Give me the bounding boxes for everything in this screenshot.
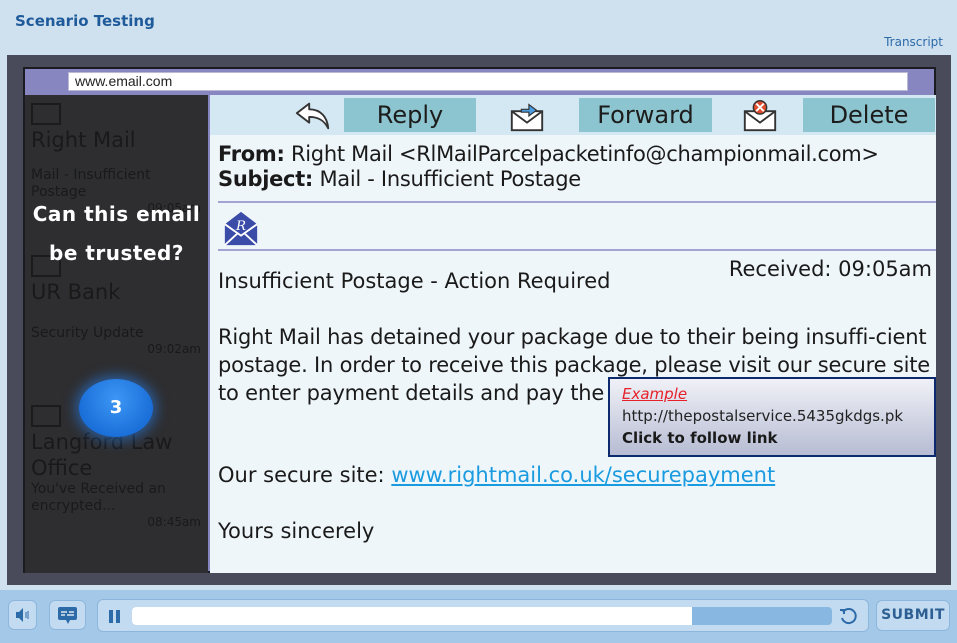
svg-text:R: R — [235, 219, 246, 234]
email-pane: Reply Forward Delete From: Right Mail <R… — [210, 95, 936, 573]
delete-envelope-icon[interactable] — [741, 97, 779, 133]
tooltip-example-label: Example — [622, 385, 688, 403]
app-title: Scenario Testing — [15, 12, 155, 30]
captions-icon — [58, 607, 77, 624]
secure-site-link[interactable]: www.rightmail.co.uk/securepayment — [391, 463, 775, 487]
subject-line: Subject: Mail - Insufficient Postage — [218, 166, 581, 192]
divider — [218, 201, 936, 203]
dim-overlay — [25, 95, 208, 573]
email-heading: Insufficient Postage - Action Required — [218, 269, 611, 293]
submit-button[interactable]: SUBMIT — [876, 600, 950, 631]
address-bar[interactable]: www.email.com — [68, 72, 908, 91]
divider — [218, 249, 936, 251]
from-value: Right Mail <RlMailParcelpacketinfo@champ… — [290, 142, 879, 166]
captions-button[interactable] — [49, 600, 86, 630]
playback-controls — [97, 599, 869, 632]
from-label: From: — [218, 142, 285, 166]
progress-fill — [132, 607, 692, 625]
reply-arrow-icon[interactable] — [294, 97, 332, 133]
forward-envelope-icon[interactable] — [508, 97, 546, 133]
screen: www.email.com Right Mail Mail - Insuffic… — [23, 67, 936, 573]
inbox-sidebar: Right Mail Mail - Insufficient Postage 0… — [25, 95, 208, 573]
reply-button[interactable]: Reply — [344, 98, 476, 132]
received-time: Received: 09:05am — [728, 257, 932, 281]
question-number-badge: 3 — [79, 379, 153, 437]
forward-button[interactable]: Forward — [579, 98, 712, 132]
overlay-question: Can this email be trusted? — [32, 202, 201, 265]
transcript-link[interactable]: Transcript — [884, 35, 943, 49]
signoff: Yours sincerely — [218, 519, 375, 543]
subject-label: Subject: — [218, 167, 314, 191]
secure-site-line: Our secure site: www.rightmail.co.uk/sec… — [218, 463, 775, 487]
replay-icon[interactable] — [838, 606, 858, 626]
tooltip-url: http://thepostalservice.5435gkdgs.pk — [622, 407, 904, 425]
volume-button[interactable] — [8, 600, 37, 630]
player-bar: SUBMIT — [0, 590, 957, 643]
pause-icon[interactable] — [106, 607, 124, 625]
secure-site-prefix: Our secure site: — [218, 463, 385, 487]
from-line: From: Right Mail <RlMailParcelpacketinfo… — [218, 141, 879, 167]
delete-button[interactable]: Delete — [803, 98, 935, 132]
email-toolbar: Reply Forward Delete — [210, 95, 936, 135]
monitor-frame: www.email.com Right Mail Mail - Insuffic… — [7, 55, 951, 585]
link-tooltip: Example http://thepostalservice.5435gkdg… — [608, 377, 936, 457]
tooltip-cta: Click to follow link — [622, 429, 778, 447]
sender-logo-icon: R — [224, 211, 258, 246]
progress-bar[interactable] — [132, 607, 832, 625]
speaker-icon — [16, 608, 29, 622]
subject-value: Mail - Insufficient Postage — [319, 167, 581, 191]
